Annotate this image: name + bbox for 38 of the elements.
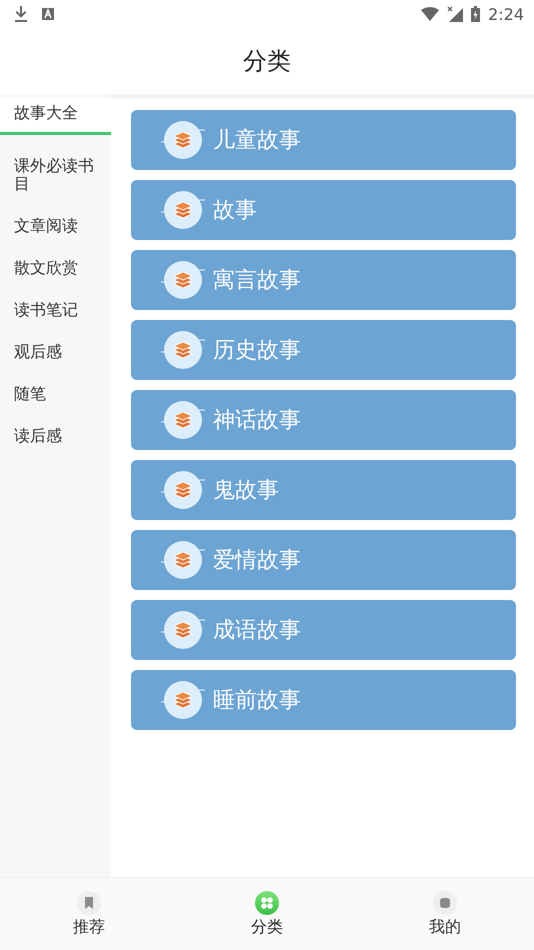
sidebar-item[interactable]: 随笔 bbox=[0, 377, 111, 411]
category-label: 故事 bbox=[213, 197, 257, 225]
nav-tab[interactable]: 分类 bbox=[178, 878, 356, 950]
sidebar-item[interactable]: 读书笔记 bbox=[0, 293, 111, 327]
download-icon bbox=[14, 6, 28, 22]
nav-tab[interactable]: 推荐 bbox=[0, 878, 178, 950]
signal-icon bbox=[447, 6, 464, 22]
layers-icon bbox=[161, 120, 205, 160]
layers-icon bbox=[161, 540, 205, 580]
layers-icon bbox=[161, 260, 205, 300]
sidebar-item[interactable]: 课外必读书目 bbox=[0, 149, 111, 201]
category-label: 成语故事 bbox=[213, 617, 301, 645]
layers-icon bbox=[161, 680, 205, 720]
sidebar-item[interactable]: 故事大全 bbox=[0, 98, 111, 135]
layers-icon bbox=[161, 610, 205, 650]
category-label: 神话故事 bbox=[213, 407, 301, 435]
keyboard-icon bbox=[42, 8, 54, 20]
category-label: 睡前故事 bbox=[213, 687, 301, 715]
grid-icon bbox=[255, 890, 279, 914]
battery-icon bbox=[471, 6, 480, 22]
sidebar-item[interactable]: 散文欣赏 bbox=[0, 251, 111, 285]
sidebar-item[interactable]: 文章阅读 bbox=[0, 209, 111, 243]
bookmark-icon bbox=[77, 890, 101, 914]
layers-icon bbox=[161, 190, 205, 230]
sidebar-item[interactable]: 观后感 bbox=[0, 335, 111, 369]
category-label: 爱情故事 bbox=[213, 547, 301, 575]
page-title: 分类 bbox=[243, 46, 291, 77]
layers-icon bbox=[161, 470, 205, 510]
layers-icon bbox=[161, 400, 205, 440]
category-label: 寓言故事 bbox=[213, 267, 301, 295]
wifi-icon bbox=[421, 7, 440, 21]
category-label: 历史故事 bbox=[213, 337, 301, 365]
layers-icon bbox=[161, 330, 205, 370]
category-label: 鬼故事 bbox=[213, 477, 279, 505]
sidebar-item[interactable]: 读后感 bbox=[0, 419, 111, 453]
nav-tab[interactable]: 我的 bbox=[356, 878, 534, 950]
category-label: 儿童故事 bbox=[213, 127, 301, 155]
clock-time: 2:24 bbox=[488, 4, 524, 24]
